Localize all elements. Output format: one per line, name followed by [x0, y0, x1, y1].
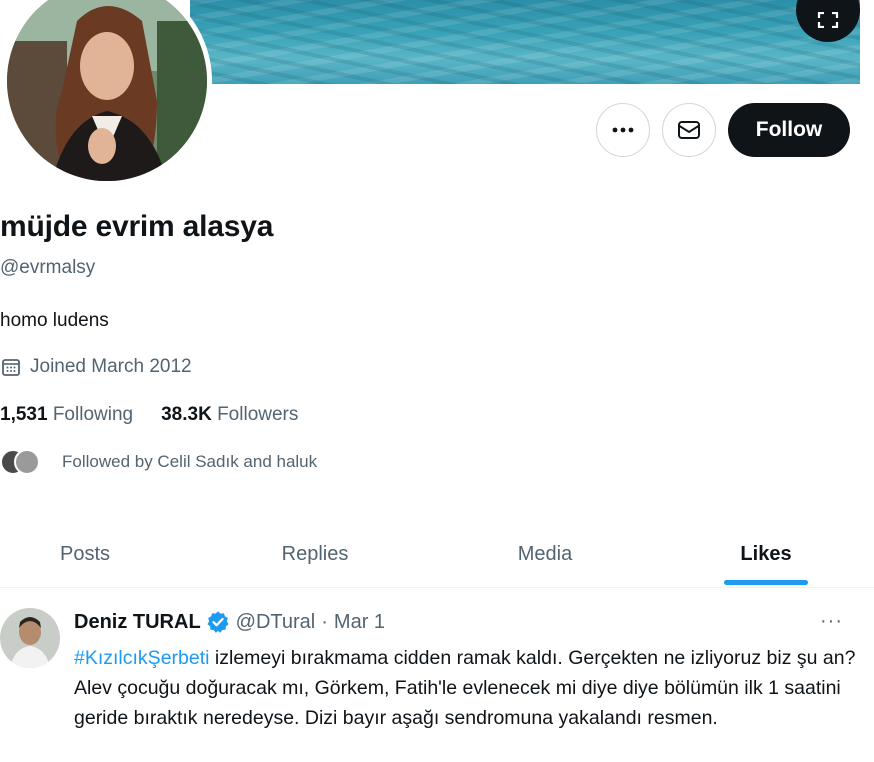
tweet-more-button[interactable]: ···	[820, 610, 843, 633]
tweet-author-avatar[interactable]	[0, 608, 60, 668]
followers-count: 38.3K	[161, 404, 212, 425]
more-icon	[612, 127, 634, 133]
profile-avatar[interactable]	[2, 0, 212, 186]
bio: homo ludens	[0, 310, 109, 331]
following-link[interactable]: 1,531 Following	[0, 404, 133, 426]
tab-media[interactable]: Media	[460, 520, 630, 588]
follower-avatar	[14, 449, 40, 475]
joined-text: Joined March 2012	[30, 356, 192, 377]
followers-label: Followers	[217, 404, 299, 425]
tweet-header: Deniz TURAL @DTural · Mar 1	[74, 610, 385, 634]
tweet-separator: ·	[321, 610, 328, 633]
follow-button[interactable]: Follow	[728, 103, 850, 157]
tweet[interactable]: Deniz TURAL @DTural · Mar 1 ··· #Kızılcı…	[0, 598, 874, 762]
follow-stats: 1,531 Following 38.3K Followers	[0, 404, 298, 426]
followed-by-text: Followed by Celil Sadık and haluk	[62, 452, 318, 471]
tweet-date[interactable]: Mar 1	[334, 611, 385, 634]
more-button[interactable]	[596, 103, 650, 157]
tweet-author-name[interactable]: Deniz TURAL	[74, 611, 201, 634]
author-photo	[0, 608, 60, 668]
followers-link[interactable]: 38.3K Followers	[161, 404, 298, 426]
active-tab-indicator	[724, 580, 808, 585]
user-handle: @evrmalsy	[0, 257, 96, 278]
profile-banner[interactable]	[190, 0, 860, 84]
tab-posts[interactable]: Posts	[0, 520, 170, 588]
verified-badge-icon	[207, 611, 229, 633]
followed-by[interactable]: Followed by Celil Sadık and haluk	[0, 449, 317, 475]
tweet-author-handle[interactable]: @DTural	[236, 611, 316, 634]
joined-date: Joined March 2012	[0, 356, 192, 378]
following-count: 1,531	[0, 404, 48, 425]
tab-likes[interactable]: Likes	[681, 520, 851, 588]
profile-tabs: Posts Replies Media Likes	[0, 520, 874, 588]
avatar-photo	[7, 0, 207, 181]
tab-replies[interactable]: Replies	[230, 520, 400, 588]
calendar-icon	[2, 359, 20, 376]
hashtag-link[interactable]: #KızılcıkŞerbeti	[74, 647, 209, 669]
expand-icon	[817, 12, 839, 28]
mail-icon	[678, 121, 700, 139]
following-label: Following	[52, 404, 134, 425]
display-name: müjde evrim alasya	[0, 210, 274, 243]
tweet-text: #KızılcıkŞerbeti izlemeyi bırakmama cidd…	[74, 643, 864, 733]
message-button[interactable]	[662, 103, 716, 157]
